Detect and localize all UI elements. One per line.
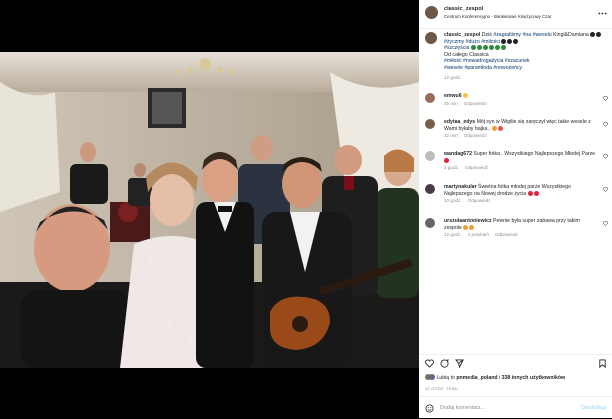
comment-time: 3 godz.: [444, 165, 460, 171]
hashtag-milosci[interactable]: #miłości: [481, 39, 500, 45]
liker-username[interactable]: pnmedia_poland: [456, 375, 497, 381]
comment-avatar[interactable]: [425, 119, 435, 129]
heart-emoji-icon: [444, 157, 449, 163]
bookmark-icon[interactable]: [598, 359, 607, 368]
comment-time: 10 godz.: [444, 198, 462, 204]
comment-avatar[interactable]: [425, 151, 435, 161]
clover-emoji-icon: [482, 45, 488, 51]
heart-icon[interactable]: [603, 154, 608, 159]
hashtag-szczescia[interactable]: #szczęścia: [444, 45, 469, 51]
emoji-icon: [463, 224, 469, 230]
post-actions-bar: [419, 354, 612, 371]
heart-icon[interactable]: [603, 96, 608, 101]
comment-username[interactable]: emwu6: [444, 93, 462, 99]
comment-icon[interactable]: [440, 359, 449, 368]
clover-emoji-icon: [488, 45, 494, 51]
comment-username[interactable]: wandag672: [444, 151, 472, 157]
comment-avatar[interactable]: [425, 218, 435, 228]
heart-emoji-icon: [596, 32, 602, 37]
reply-button[interactable]: Odpowiedz: [465, 165, 488, 170]
hashtag-zyczmy[interactable]: #życzmy: [444, 39, 464, 45]
post-media-area: [0, 0, 419, 418]
comment-likes[interactable]: 2 polubień: [468, 232, 489, 237]
reply-button[interactable]: Odpowiedz: [468, 198, 491, 203]
heart-icon[interactable]: [603, 187, 608, 192]
comment-avatar[interactable]: [425, 93, 435, 103]
clover-emoji-icon: [470, 45, 476, 51]
post-date: 12 GODZ. TEMU: [425, 386, 459, 391]
post-photo[interactable]: [0, 52, 419, 368]
hashtags-line-1[interactable]: #miłość #nowadrogażycia #szacunek: [444, 58, 530, 64]
like-heart-icon[interactable]: [425, 359, 434, 368]
author-username[interactable]: classic_zespol: [444, 6, 483, 12]
caption-username[interactable]: classic_zespol: [444, 32, 480, 38]
hashtag-duzo[interactable]: #dużo: [466, 39, 480, 45]
caption-text-3: Od całego Classica: [444, 51, 489, 58]
heart-emoji-icon: [507, 38, 513, 44]
heart-emoji-icon: [527, 190, 533, 196]
post-location[interactable]: Centrum Konferencyjno - Bankietowe Księż…: [444, 14, 604, 19]
comment-time: 32 min: [444, 133, 458, 139]
heart-emoji-icon: [497, 125, 503, 131]
heart-emoji-icon: [501, 38, 507, 44]
smile-emoji-icon: [463, 93, 469, 98]
emoji-icon[interactable]: [425, 404, 434, 413]
hashtags-line-2[interactable]: #wesele #paramłoda #nowożeńcy: [444, 65, 522, 71]
more-icon[interactable]: [598, 9, 607, 18]
heart-emoji-icon: [533, 190, 539, 196]
likes-summary: Lubią to pnmedia_poland i 338 innych uży…: [425, 374, 565, 381]
heart-icon[interactable]: [603, 122, 608, 127]
caption-avatar[interactable]: [425, 32, 437, 44]
heart-icon[interactable]: [603, 221, 608, 226]
clover-emoji-icon: [500, 45, 506, 51]
comment-username[interactable]: edytaa_edys: [444, 119, 475, 125]
wedding-group-photo: [0, 52, 419, 368]
emoji-icon: [469, 224, 475, 230]
share-icon[interactable]: [455, 359, 464, 368]
heart-emoji-icon: [590, 32, 596, 37]
clover-emoji-icon: [494, 45, 500, 51]
reply-button[interactable]: Odpowiedz: [464, 101, 487, 106]
comment-username[interactable]: urszulaantoniewicz: [444, 218, 492, 224]
hashtag-zagralismy[interactable]: #zagraliśmy: [493, 32, 521, 38]
comment-time: 35 min: [444, 100, 458, 106]
add-comment-input[interactable]: Dodaj komentarz...: [440, 405, 485, 411]
comment-avatar[interactable]: [425, 184, 435, 194]
emoji-icon: [491, 125, 497, 131]
liker-avatar[interactable]: [429, 374, 435, 380]
comment-time: 12 godz.: [444, 232, 462, 238]
likes-others-link[interactable]: 338 innych użytkowników: [502, 375, 565, 381]
likes-prefix: Lubią to: [436, 375, 457, 381]
add-comment-bar: Dodaj komentarz... Opublikuj: [419, 396, 612, 419]
hashtag-weselu[interactable]: #weselu: [533, 32, 552, 38]
comment-text: Super fotka . Wszystkiego Najlepszego Mł…: [473, 151, 596, 157]
post-comment-button[interactable]: Opublikuj: [581, 405, 606, 411]
hashtag-na[interactable]: #na: [522, 32, 531, 38]
caption-text-2: Kingi&Damiana: [551, 32, 589, 38]
caption-text-1: Dziś: [481, 32, 494, 38]
clover-emoji-icon: [476, 45, 482, 51]
heart-emoji-icon: [513, 38, 519, 44]
author-avatar[interactable]: [425, 6, 438, 19]
reply-button[interactable]: Odpowiedz: [495, 232, 518, 237]
reply-button[interactable]: Odpowiedz: [464, 133, 487, 138]
comment-username[interactable]: martynakular: [444, 184, 477, 190]
post-header: classic_zespol Centrum Konferencyjno - B…: [419, 0, 612, 29]
post-details-panel: classic_zespol Centrum Konferencyjno - B…: [419, 0, 612, 418]
caption-time: 12 godz.: [444, 74, 462, 80]
